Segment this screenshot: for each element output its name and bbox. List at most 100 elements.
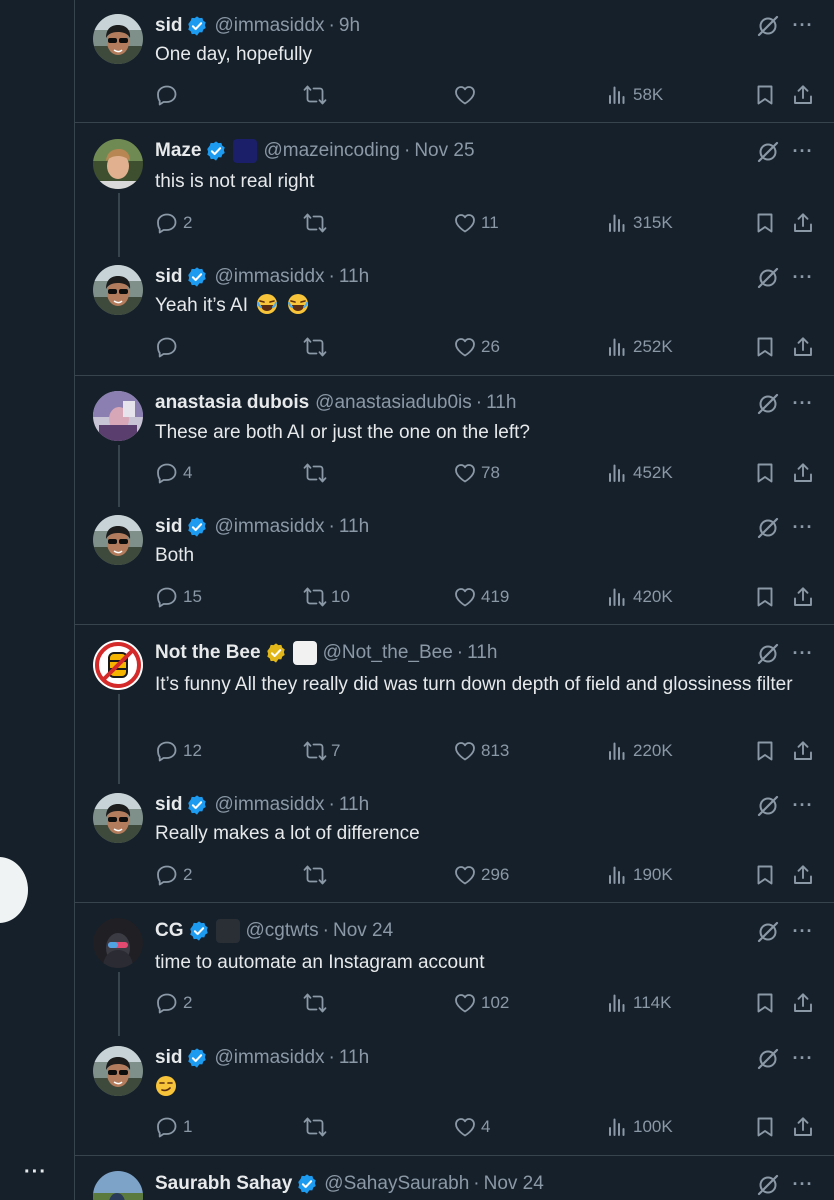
grok-icon[interactable] bbox=[756, 516, 780, 540]
bookmark-button[interactable] bbox=[753, 584, 781, 610]
timestamp[interactable]: 11h bbox=[486, 392, 516, 414]
bookmark-button[interactable] bbox=[753, 82, 781, 108]
retweet-button[interactable] bbox=[303, 334, 331, 360]
views-button[interactable]: 114K bbox=[605, 990, 671, 1016]
retweet-button[interactable] bbox=[303, 990, 331, 1016]
like-button[interactable]: 11 bbox=[453, 210, 499, 236]
like-button[interactable]: 296 bbox=[453, 862, 509, 888]
like-button[interactable]: 102 bbox=[453, 990, 509, 1016]
reply-button[interactable] bbox=[155, 334, 183, 360]
views-button[interactable]: 420K bbox=[605, 584, 673, 610]
views-button[interactable]: 252K bbox=[605, 334, 673, 360]
author-handle[interactable]: @Not_the_Bee bbox=[323, 642, 453, 664]
more-icon[interactable]: ··· bbox=[792, 1173, 814, 1195]
timestamp[interactable]: 11h bbox=[339, 1047, 369, 1069]
like-button[interactable]: 78 bbox=[453, 460, 500, 486]
share-button[interactable] bbox=[791, 738, 819, 764]
timestamp[interactable]: Nov 24 bbox=[484, 1173, 544, 1195]
more-icon[interactable]: ··· bbox=[792, 794, 814, 816]
grok-icon[interactable] bbox=[756, 642, 780, 666]
share-button[interactable] bbox=[791, 82, 819, 108]
reply-button[interactable]: 1 bbox=[155, 1114, 192, 1140]
like-button[interactable]: 4 bbox=[453, 1114, 490, 1140]
timestamp[interactable]: 11h bbox=[339, 516, 369, 538]
author-handle[interactable]: @cgtwts bbox=[246, 920, 319, 942]
retweet-button[interactable] bbox=[303, 1114, 331, 1140]
retweet-button[interactable]: 7 bbox=[303, 738, 340, 764]
retweet-button[interactable] bbox=[303, 862, 331, 888]
author-name[interactable]: sid bbox=[155, 1047, 182, 1069]
author-handle[interactable]: @immasiddx bbox=[214, 794, 324, 816]
bookmark-button[interactable] bbox=[753, 460, 781, 486]
avatar[interactable] bbox=[93, 391, 143, 441]
grok-icon[interactable] bbox=[756, 1173, 780, 1197]
like-button[interactable]: 26 bbox=[453, 334, 500, 360]
views-button[interactable]: 315K bbox=[605, 210, 673, 236]
share-button[interactable] bbox=[791, 1114, 819, 1140]
more-icon[interactable]: ··· bbox=[792, 266, 814, 288]
author-handle[interactable]: @anastasiadub0is bbox=[315, 392, 472, 414]
share-button[interactable] bbox=[791, 584, 819, 610]
views-button[interactable]: 100K bbox=[605, 1114, 673, 1140]
bookmark-button[interactable] bbox=[753, 990, 781, 1016]
reply-button[interactable]: 2 bbox=[155, 990, 192, 1016]
avatar[interactable] bbox=[93, 793, 143, 843]
grok-icon[interactable] bbox=[756, 140, 780, 164]
bookmark-button[interactable] bbox=[753, 1114, 781, 1140]
share-button[interactable] bbox=[791, 334, 819, 360]
more-icon[interactable]: ··· bbox=[792, 1047, 814, 1069]
avatar[interactable] bbox=[93, 640, 143, 690]
author-name[interactable]: sid bbox=[155, 266, 182, 288]
affiliation-badge-icon[interactable] bbox=[215, 919, 240, 943]
avatar[interactable] bbox=[93, 1046, 143, 1096]
grok-icon[interactable] bbox=[756, 392, 780, 416]
author-handle[interactable]: @immasiddx bbox=[214, 1047, 324, 1069]
reply-button[interactable]: 15 bbox=[155, 584, 202, 610]
retweet-button[interactable] bbox=[303, 460, 331, 486]
more-icon[interactable]: ··· bbox=[792, 14, 814, 36]
reply-button[interactable]: 2 bbox=[155, 862, 192, 888]
views-button[interactable]: 452K bbox=[605, 460, 673, 486]
retweet-button[interactable]: 10 bbox=[303, 584, 350, 610]
avatar[interactable] bbox=[93, 14, 143, 64]
share-button[interactable] bbox=[791, 862, 819, 888]
retweet-button[interactable] bbox=[303, 210, 331, 236]
share-button[interactable] bbox=[791, 210, 819, 236]
like-button[interactable] bbox=[453, 82, 481, 108]
author-handle[interactable]: @immasiddx bbox=[214, 266, 324, 288]
more-icon[interactable]: ··· bbox=[792, 642, 814, 664]
grok-icon[interactable] bbox=[756, 266, 780, 290]
grok-icon[interactable] bbox=[756, 794, 780, 818]
like-button[interactable]: 813 bbox=[453, 738, 509, 764]
share-button[interactable] bbox=[791, 990, 819, 1016]
affiliation-badge-icon[interactable] bbox=[292, 641, 317, 665]
author-handle[interactable]: @immasiddx bbox=[214, 15, 324, 37]
avatar[interactable] bbox=[93, 918, 143, 968]
author-name[interactable]: anastasia dubois bbox=[155, 392, 309, 414]
author-name[interactable]: sid bbox=[155, 15, 182, 37]
author-name[interactable]: Maze bbox=[155, 140, 201, 162]
author-name[interactable]: sid bbox=[155, 516, 182, 538]
timestamp[interactable]: 11h bbox=[339, 266, 369, 288]
reply-button[interactable]: 12 bbox=[155, 738, 202, 764]
reply-button[interactable] bbox=[155, 82, 183, 108]
author-name[interactable]: CG bbox=[155, 920, 184, 942]
avatar[interactable] bbox=[93, 1171, 143, 1200]
share-button[interactable] bbox=[791, 460, 819, 486]
timestamp[interactable]: Nov 25 bbox=[414, 140, 474, 162]
timestamp[interactable]: 11h bbox=[339, 794, 369, 816]
compose-button-partial[interactable] bbox=[0, 857, 28, 923]
grok-icon[interactable] bbox=[756, 1047, 780, 1071]
author-name[interactable]: Not the Bee bbox=[155, 642, 261, 664]
reply-button[interactable]: 4 bbox=[155, 460, 192, 486]
timestamp[interactable]: 11h bbox=[467, 642, 497, 664]
timestamp[interactable]: 9h bbox=[339, 15, 360, 37]
grok-icon[interactable] bbox=[756, 920, 780, 944]
more-icon[interactable]: ··· bbox=[792, 392, 814, 414]
avatar[interactable] bbox=[93, 515, 143, 565]
like-button[interactable]: 419 bbox=[453, 584, 509, 610]
author-handle[interactable]: @mazeincoding bbox=[263, 140, 400, 162]
avatar[interactable] bbox=[93, 265, 143, 315]
avatar[interactable] bbox=[93, 139, 143, 189]
views-button[interactable]: 190K bbox=[605, 862, 673, 888]
